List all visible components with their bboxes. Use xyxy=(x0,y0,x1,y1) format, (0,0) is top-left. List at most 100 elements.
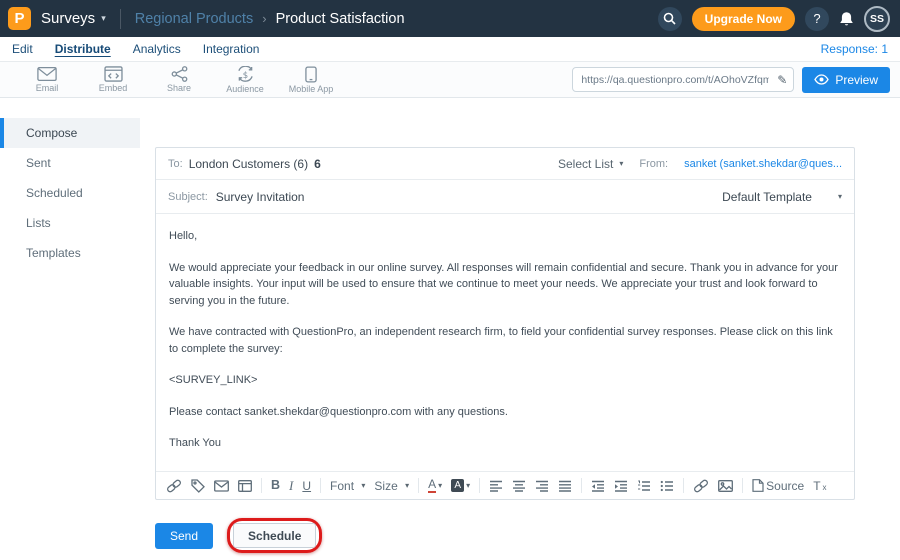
chevron-down-icon: ▾ xyxy=(438,482,442,490)
recipients-row: To: London Customers (6) 6 Select List ▾… xyxy=(156,148,854,180)
edit-url-pencil-icon[interactable]: ✎ xyxy=(777,73,787,87)
size-dropdown-label: Size xyxy=(374,480,397,492)
to-count: 6 xyxy=(314,157,321,171)
survey-url-box: ✎ xyxy=(572,67,794,92)
email-body-paragraph: Please contact sanket.shekdar@questionpr… xyxy=(169,404,841,421)
channel-mobile-app[interactable]: Mobile App xyxy=(278,66,344,94)
align-justify-icon xyxy=(558,480,572,492)
indent-button[interactable] xyxy=(614,480,628,492)
chevron-down-icon: ▾ xyxy=(101,13,106,24)
template-dropdown[interactable]: Default Template ▾ xyxy=(722,190,842,204)
underline-button[interactable]: U xyxy=(302,480,311,492)
response-count[interactable]: Response: 1 xyxy=(821,42,888,56)
user-avatar[interactable]: SS xyxy=(864,6,890,32)
from-value[interactable]: sanket (sanket.shekdar@ques... xyxy=(684,158,842,170)
envelope-icon xyxy=(214,480,229,492)
sidebar-item-templates[interactable]: Templates xyxy=(0,238,140,268)
toolbar-separator xyxy=(320,478,321,493)
background-color-icon: A xyxy=(451,479,464,492)
outdent-button[interactable] xyxy=(591,480,605,492)
toolbar-separator xyxy=(683,478,684,493)
tag-icon xyxy=(191,479,205,493)
align-left-button[interactable] xyxy=(489,480,503,492)
channel-mobile-app-label: Mobile App xyxy=(289,84,334,94)
align-right-button[interactable] xyxy=(535,480,549,492)
email-body-paragraph: <SURVEY_LINK> xyxy=(169,372,841,389)
source-doc-icon xyxy=(752,479,764,492)
tab-edit[interactable]: Edit xyxy=(12,42,33,56)
font-dropdown-label: Font xyxy=(330,480,354,492)
tab-distribute[interactable]: Distribute xyxy=(55,42,111,56)
italic-button[interactable]: I xyxy=(289,479,293,492)
remove-format-icon-x: x xyxy=(823,484,827,492)
insert-email-field-button[interactable] xyxy=(214,480,229,492)
bullet-list-button[interactable] xyxy=(660,480,674,492)
survey-url-input[interactable] xyxy=(572,67,794,92)
toolbar-separator xyxy=(479,478,480,493)
product-name: Surveys xyxy=(41,10,95,27)
toolbar-separator xyxy=(418,478,419,493)
breadcrumb: Regional Products › Product Satisfaction xyxy=(135,11,405,27)
channel-share[interactable]: Share xyxy=(146,66,212,93)
product-switcher[interactable]: Surveys ▾ xyxy=(41,10,106,27)
content-area: Compose Sent Scheduled Lists Templates T… xyxy=(0,98,900,560)
channel-embed-label: Embed xyxy=(99,83,128,93)
sidebar-item-lists[interactable]: Lists xyxy=(0,208,140,238)
select-list-dropdown[interactable]: Select List ▾ xyxy=(558,157,623,171)
align-justify-button[interactable] xyxy=(558,480,572,492)
remove-format-button[interactable]: Tx xyxy=(813,480,826,492)
chevron-down-icon: ▾ xyxy=(838,192,842,201)
preview-button-label: Preview xyxy=(835,73,878,87)
compose-main: To: London Customers (6) 6 Select List ▾… xyxy=(140,98,900,560)
font-dropdown[interactable]: Font ▾ xyxy=(330,480,365,492)
subject-value[interactable]: Survey Invitation xyxy=(216,190,305,204)
chevron-down-icon: ▾ xyxy=(361,482,365,490)
chevron-down-icon: ▾ xyxy=(466,482,470,490)
upgrade-now-button[interactable]: Upgrade Now xyxy=(692,7,795,31)
email-body-editor[interactable]: Hello, We would appreciate your feedback… xyxy=(156,214,854,471)
background-color-button[interactable]: A▾ xyxy=(451,479,470,492)
hyperlink-button[interactable] xyxy=(693,479,709,493)
breadcrumb-folder[interactable]: Regional Products xyxy=(135,11,254,27)
sidebar-item-compose[interactable]: Compose xyxy=(0,118,140,148)
email-body-paragraph: We have contracted with QuestionPro, an … xyxy=(169,324,841,357)
indent-icon xyxy=(614,480,628,492)
merge-tag-button[interactable] xyxy=(191,479,205,493)
text-color-button[interactable]: A▾ xyxy=(428,478,442,493)
tab-integration[interactable]: Integration xyxy=(203,42,260,56)
send-button[interactable]: Send xyxy=(155,523,213,549)
sidebar-item-scheduled[interactable]: Scheduled xyxy=(0,178,140,208)
bold-button[interactable]: B xyxy=(271,479,280,492)
survey-tabs: Edit Distribute Analytics Integration Re… xyxy=(0,37,900,61)
chevron-down-icon: ▾ xyxy=(619,159,623,168)
source-button-label: Source xyxy=(766,480,804,492)
embed-icon xyxy=(104,66,123,82)
ordered-list-button[interactable] xyxy=(637,480,651,492)
channel-share-label: Share xyxy=(167,83,191,93)
questionpro-logo-icon[interactable]: P xyxy=(8,7,31,30)
search-button[interactable] xyxy=(658,7,682,31)
recipients-right-group: Select List ▾ From: sanket (sanket.shekd… xyxy=(558,157,842,171)
schedule-button[interactable]: Schedule xyxy=(233,523,316,548)
insert-template-button[interactable] xyxy=(238,480,252,492)
search-icon xyxy=(663,12,676,25)
insert-link-button[interactable] xyxy=(166,479,182,493)
to-value[interactable]: London Customers (6) xyxy=(189,157,308,171)
topbar-actions: Upgrade Now ? SS xyxy=(658,6,890,32)
sidebar-item-sent[interactable]: Sent xyxy=(0,148,140,178)
channel-audience[interactable]: $ Audience xyxy=(212,66,278,94)
insert-image-button[interactable] xyxy=(718,480,733,492)
divider xyxy=(120,9,121,29)
channel-embed[interactable]: Embed xyxy=(80,66,146,93)
tab-analytics[interactable]: Analytics xyxy=(133,42,181,56)
channel-email[interactable]: Email xyxy=(14,66,80,93)
preview-button[interactable]: Preview xyxy=(802,67,890,93)
ordered-list-icon xyxy=(637,480,651,492)
help-button[interactable]: ? xyxy=(805,7,829,31)
notifications-button[interactable] xyxy=(839,11,854,27)
size-dropdown[interactable]: Size ▾ xyxy=(374,480,409,492)
align-center-button[interactable] xyxy=(512,480,526,492)
remove-format-icon: T xyxy=(813,480,820,492)
compose-card: To: London Customers (6) 6 Select List ▾… xyxy=(155,147,855,500)
source-button[interactable]: Source xyxy=(752,479,804,492)
